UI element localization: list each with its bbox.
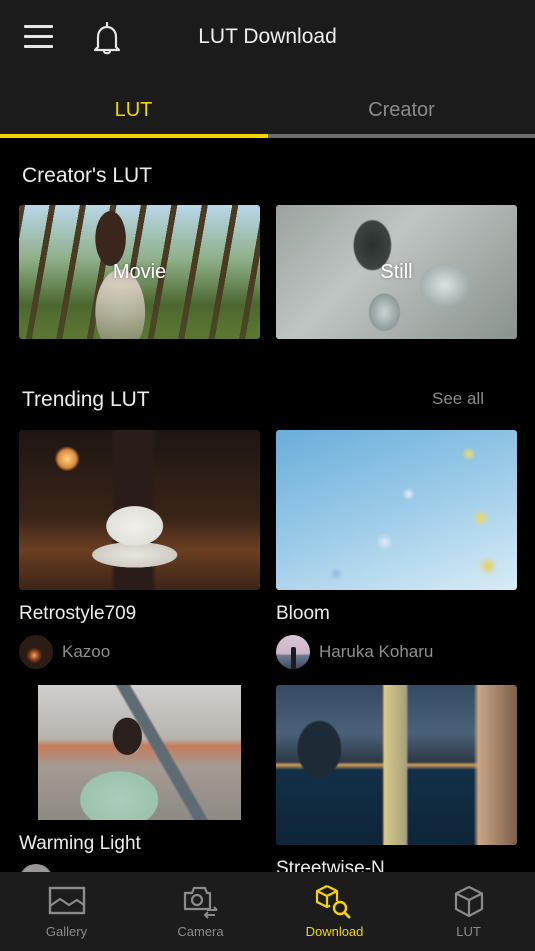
avatar xyxy=(19,635,53,669)
nav-label: LUT xyxy=(456,924,481,939)
trending-lut-heading: Trending LUT xyxy=(22,388,150,411)
lut-thumbnail-bloom[interactable] xyxy=(276,430,517,590)
lut-search-icon xyxy=(315,884,355,920)
page-title: LUT Download xyxy=(198,25,337,48)
nav-gallery[interactable]: Gallery xyxy=(0,872,133,951)
lut-title[interactable]: Bloom xyxy=(276,603,330,625)
tab-indicator-inactive xyxy=(268,134,535,138)
nav-lut[interactable]: LUT xyxy=(402,872,535,951)
card-label: Movie xyxy=(112,260,167,283)
nav-label: Download xyxy=(305,924,364,939)
nav-label: Camera xyxy=(177,924,224,939)
author-haruka-koharu[interactable]: Haruka Koharu xyxy=(276,635,433,669)
lut-title[interactable]: Warming Light xyxy=(19,833,141,855)
author-name: Kazoo xyxy=(62,642,111,661)
card-label: Still xyxy=(380,260,413,283)
top-app-bar: LUT Download LUT Creator xyxy=(0,0,535,138)
lut-thumbnail-retrostyle709[interactable] xyxy=(19,430,260,590)
bottom-navigation: Gallery Camera Download LUT xyxy=(0,872,535,951)
avatar xyxy=(276,635,310,669)
tab-bar: LUT Creator xyxy=(0,88,535,138)
cube-icon xyxy=(449,884,489,920)
lut-thumbnail-warming-light[interactable] xyxy=(38,685,241,820)
creator-card-still[interactable]: Still xyxy=(276,205,517,339)
lut-thumbnail-streetwise-n[interactable] xyxy=(276,685,517,845)
tab-lut[interactable]: LUT xyxy=(0,88,267,138)
tab-creator[interactable]: Creator xyxy=(268,88,535,138)
creators-lut-heading: Creator's LUT xyxy=(22,164,153,187)
author-kazoo[interactable]: Kazoo xyxy=(19,635,110,669)
nav-download[interactable]: Download xyxy=(268,872,401,951)
nav-camera[interactable]: Camera xyxy=(134,872,267,951)
lut-title[interactable]: Retrostyle709 xyxy=(19,603,136,625)
gallery-icon xyxy=(47,884,87,920)
creator-card-movie[interactable]: Movie xyxy=(19,205,260,339)
nav-label: Gallery xyxy=(45,924,88,939)
camera-switch-icon xyxy=(181,884,221,920)
tab-indicator-active xyxy=(0,134,268,138)
author-name: Haruka Koharu xyxy=(319,642,434,661)
see-all-link[interactable]: See all xyxy=(432,389,484,409)
